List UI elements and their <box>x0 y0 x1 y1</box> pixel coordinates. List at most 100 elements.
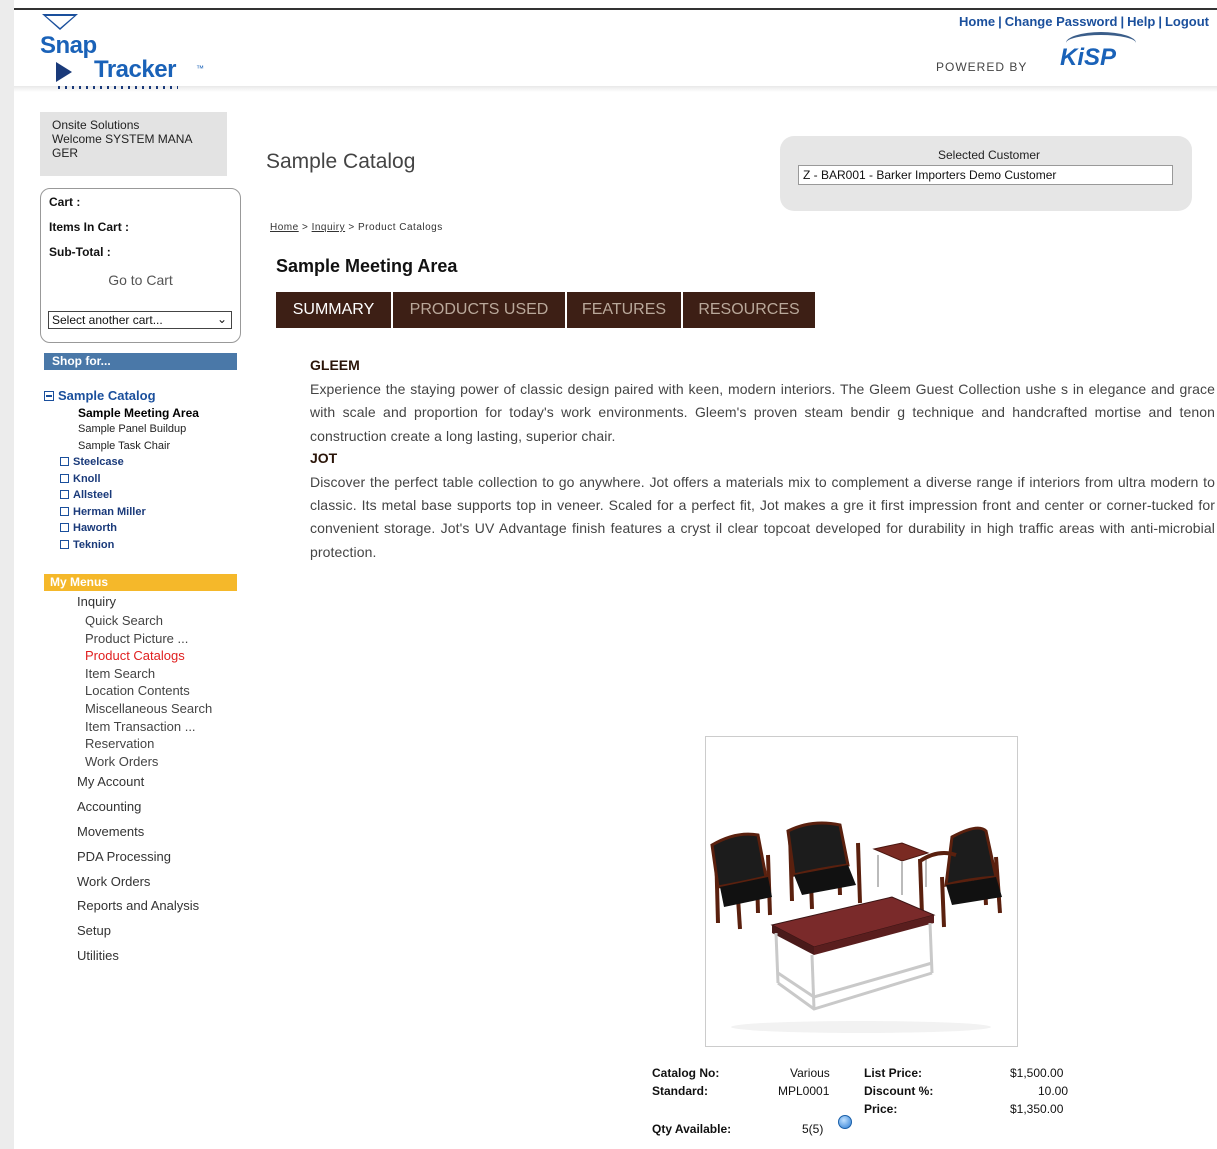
powered-by-label: POWERED BY <box>936 60 1028 74</box>
standard-value: MPL0001 <box>778 1084 830 1098</box>
menu-item-transaction[interactable]: Item Transaction ... <box>44 718 212 736</box>
qty-available-value: 5(5) <box>802 1122 824 1136</box>
subtotal-label: Sub-Total : <box>49 245 111 259</box>
product-name-gleem: GLEEM <box>310 357 360 373</box>
expand-icon[interactable] <box>60 473 69 483</box>
breadcrumb: Home > Inquiry > Product Catalogs <box>270 222 443 233</box>
tree-item-allsteel[interactable]: Allsteel <box>44 487 199 504</box>
menu-reports-and-analysis[interactable]: Reports and Analysis <box>44 894 212 919</box>
breadcrumb-home-link[interactable]: Home <box>270 222 299 233</box>
content-tabs: SUMMARY PRODUCTS USED FEATURES RESOURCES <box>276 292 815 328</box>
tree-mfr-label: Haworth <box>73 522 117 534</box>
list-price-label: List Price: <box>864 1066 923 1080</box>
welcome-text: Welcome SYSTEM MANA GER <box>52 132 192 160</box>
tree-item-sample-task-chair[interactable]: Sample Task Chair <box>44 438 199 455</box>
nav-separator: | <box>998 14 1002 29</box>
logo-dots <box>58 86 178 89</box>
collapse-icon[interactable] <box>44 391 54 401</box>
menu-miscellaneous-search[interactable]: Miscellaneous Search <box>44 700 212 718</box>
tab-features[interactable]: FEATURES <box>567 292 683 328</box>
menu-item-search[interactable]: Item Search <box>44 665 212 683</box>
discount-value: 10.00 <box>1038 1084 1069 1098</box>
tab-resources[interactable]: RESOURCES <box>683 292 815 328</box>
list-price-value: $1,500.00 <box>1010 1066 1064 1080</box>
menu-movements[interactable]: Movements <box>44 820 212 845</box>
tab-summary[interactable]: SUMMARY <box>276 292 393 328</box>
top-divider <box>14 8 1217 10</box>
discount-label: Discount %: <box>864 1084 934 1098</box>
nav-change-password-link[interactable]: Change Password <box>1005 14 1118 29</box>
tree-item-sample-panel-buildup[interactable]: Sample Panel Buildup <box>44 421 199 438</box>
breadcrumb-inquiry-link[interactable]: Inquiry <box>312 222 346 233</box>
menu-quick-search[interactable]: Quick Search <box>44 612 212 630</box>
cart-select-value: Select another cart... <box>52 313 163 327</box>
nav-separator: | <box>1158 14 1162 29</box>
menu-utilities[interactable]: Utilities <box>44 944 212 969</box>
product-description-jot: Discover the perfect table collection to… <box>310 473 1215 560</box>
selected-customer-label: Selected Customer <box>937 148 1041 162</box>
my-menus-list: Inquiry Quick Search Product Picture ...… <box>44 592 212 969</box>
logo-tracker-text: Tracker <box>94 56 176 83</box>
breadcrumb-separator: > <box>301 222 309 233</box>
menu-pda-processing[interactable]: PDA Processing <box>44 845 212 870</box>
nav-logout-link[interactable]: Logout <box>1165 14 1209 29</box>
product-description-gleem: Experience the staying power of classic … <box>310 381 1215 444</box>
tree-item-teknion[interactable]: Teknion <box>44 537 199 554</box>
info-icon[interactable] <box>838 1115 852 1129</box>
expand-icon[interactable] <box>60 539 69 549</box>
expand-icon[interactable] <box>60 523 69 532</box>
company-name: Onsite Solutions <box>52 118 140 132</box>
breadcrumb-current: Product Catalogs <box>358 222 443 233</box>
snaptracker-logo[interactable]: Snap Tracker ™ <box>38 14 218 92</box>
menu-my-account[interactable]: My Account <box>44 770 212 795</box>
meeting-area-furniture-image <box>710 821 1002 1033</box>
my-menus-header: My Menus <box>44 574 237 591</box>
expand-icon[interactable] <box>60 506 69 516</box>
items-in-cart-label: Items In Cart : <box>49 220 130 234</box>
breadcrumb-separator: > <box>348 222 355 233</box>
menu-setup[interactable]: Setup <box>44 919 212 944</box>
menu-product-catalogs[interactable]: Product Catalogs <box>44 647 212 665</box>
go-to-cart-link[interactable]: Go to Cart <box>49 272 232 288</box>
menu-inquiry[interactable]: Inquiry <box>44 592 212 612</box>
qty-available-label: Qty Available: <box>652 1122 732 1136</box>
menu-product-picture[interactable]: Product Picture ... <box>44 630 212 648</box>
logo-arrow-icon <box>56 62 72 82</box>
menu-accounting[interactable]: Accounting <box>44 795 212 820</box>
standard-label: Standard: <box>652 1084 709 1098</box>
expand-icon[interactable] <box>60 490 69 499</box>
tree-mfr-label: Herman Miller <box>73 505 146 518</box>
product-image[interactable] <box>705 736 1018 1047</box>
window-left-edge <box>0 0 14 1149</box>
tree-mfr-label: Allsteel <box>73 489 113 501</box>
logo-triangle-icon <box>42 14 78 30</box>
page-title: Sample Catalog <box>266 150 416 173</box>
tab-products-used[interactable]: PRODUCTS USED <box>393 292 567 328</box>
tree-item-knoll[interactable]: Knoll <box>44 471 199 488</box>
expand-icon[interactable] <box>60 457 69 466</box>
menu-work-orders[interactable]: Work Orders <box>44 870 212 895</box>
cart-select-dropdown[interactable]: Select another cart... ⌄ <box>48 311 232 329</box>
selected-customer-panel: Selected Customer Z - BAR001 - Barker Im… <box>780 136 1192 211</box>
section-title: Sample Meeting Area <box>276 256 458 276</box>
menu-inquiry-work-orders[interactable]: Work Orders <box>44 753 212 771</box>
nav-help-link[interactable]: Help <box>1127 14 1155 29</box>
tree-item-haworth[interactable]: Haworth <box>44 520 199 537</box>
cart-panel: Cart : Items In Cart : Sub-Total : Go to… <box>40 188 241 343</box>
menu-location-contents[interactable]: Location Contents <box>44 682 212 700</box>
logo-snap-text: Snap <box>40 32 97 59</box>
tree-root-sample-catalog[interactable]: Sample Catalog <box>44 388 199 405</box>
catalog-tree: Sample Catalog Sample Meeting Area Sampl… <box>44 388 199 553</box>
tree-item-steelcase[interactable]: Steelcase <box>44 454 199 471</box>
chevron-down-icon: ⌄ <box>216 312 227 326</box>
nav-home-link[interactable]: Home <box>959 14 995 29</box>
tree-root-label: Sample Catalog <box>58 388 156 403</box>
tree-item-herman-miller[interactable]: Herman Miller <box>44 504 199 521</box>
tree-mfr-label: Knoll <box>73 472 101 485</box>
menu-reservation[interactable]: Reservation <box>44 735 212 753</box>
price-value: $1,350.00 <box>1010 1102 1064 1116</box>
kisp-logo: KiSP <box>1060 44 1117 71</box>
tree-item-sample-meeting-area[interactable]: Sample Meeting Area <box>44 405 199 422</box>
shop-for-header: Shop for... <box>44 353 237 370</box>
selected-customer-field[interactable]: Z - BAR001 - Barker Importers Demo Custo… <box>798 165 1173 185</box>
